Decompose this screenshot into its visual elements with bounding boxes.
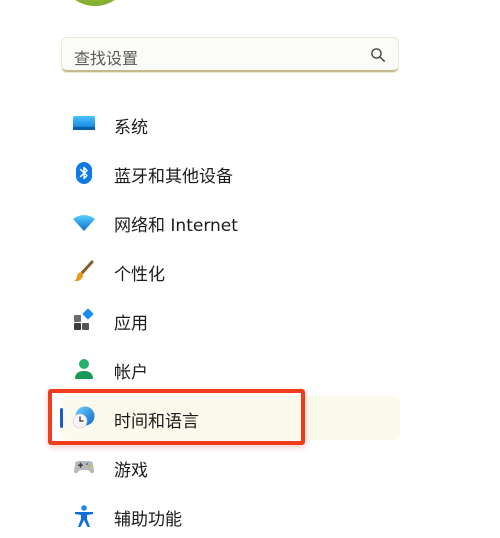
nav-item-gaming[interactable]: 游戏 (62, 445, 400, 489)
nav-item-personalization[interactable]: 个性化 (62, 249, 400, 293)
nav-item-label: 蓝牙和其他设备 (114, 167, 233, 187)
nav-item-label: 网络和 Internet (114, 216, 238, 236)
nav-item-bluetooth[interactable]: 蓝牙和其他设备 (62, 151, 400, 195)
selected-indicator (60, 408, 63, 428)
account-icon (75, 359, 93, 379)
system-display-icon (73, 116, 95, 130)
nav-item-time-language[interactable]: 时间和语言 (60, 396, 400, 440)
nav-item-system[interactable]: 系统 (62, 102, 400, 146)
nav-item-label: 应用 (114, 314, 148, 334)
nav-item-label: 时间和语言 (114, 412, 199, 432)
accessibility-icon (75, 505, 93, 527)
nav-item-label: 系统 (114, 118, 148, 138)
nav-item-accessibility[interactable]: 辅助功能 (62, 494, 400, 538)
wifi-icon (73, 215, 95, 231)
paintbrush-icon (74, 260, 94, 282)
search-placeholder: 查找设置 (74, 49, 139, 68)
nav-item-label: 辅助功能 (114, 510, 182, 530)
search-input[interactable]: 查找设置 (62, 38, 398, 72)
time-language-icon (72, 406, 95, 429)
nav-item-label: 个性化 (114, 265, 165, 285)
nav-item-label: 游戏 (114, 461, 148, 481)
nav-item-accounts[interactable]: 帐户 (62, 347, 400, 391)
nav-item-label: 帐户 (114, 363, 148, 383)
apps-icon (74, 308, 94, 330)
search-icon[interactable] (370, 47, 386, 63)
nav-item-apps[interactable]: 应用 (62, 298, 400, 342)
gamepad-icon (74, 461, 94, 474)
nav-item-network[interactable]: 网络和 Internet (62, 200, 400, 244)
avatar[interactable] (60, 0, 130, 6)
bluetooth-icon (76, 162, 92, 184)
